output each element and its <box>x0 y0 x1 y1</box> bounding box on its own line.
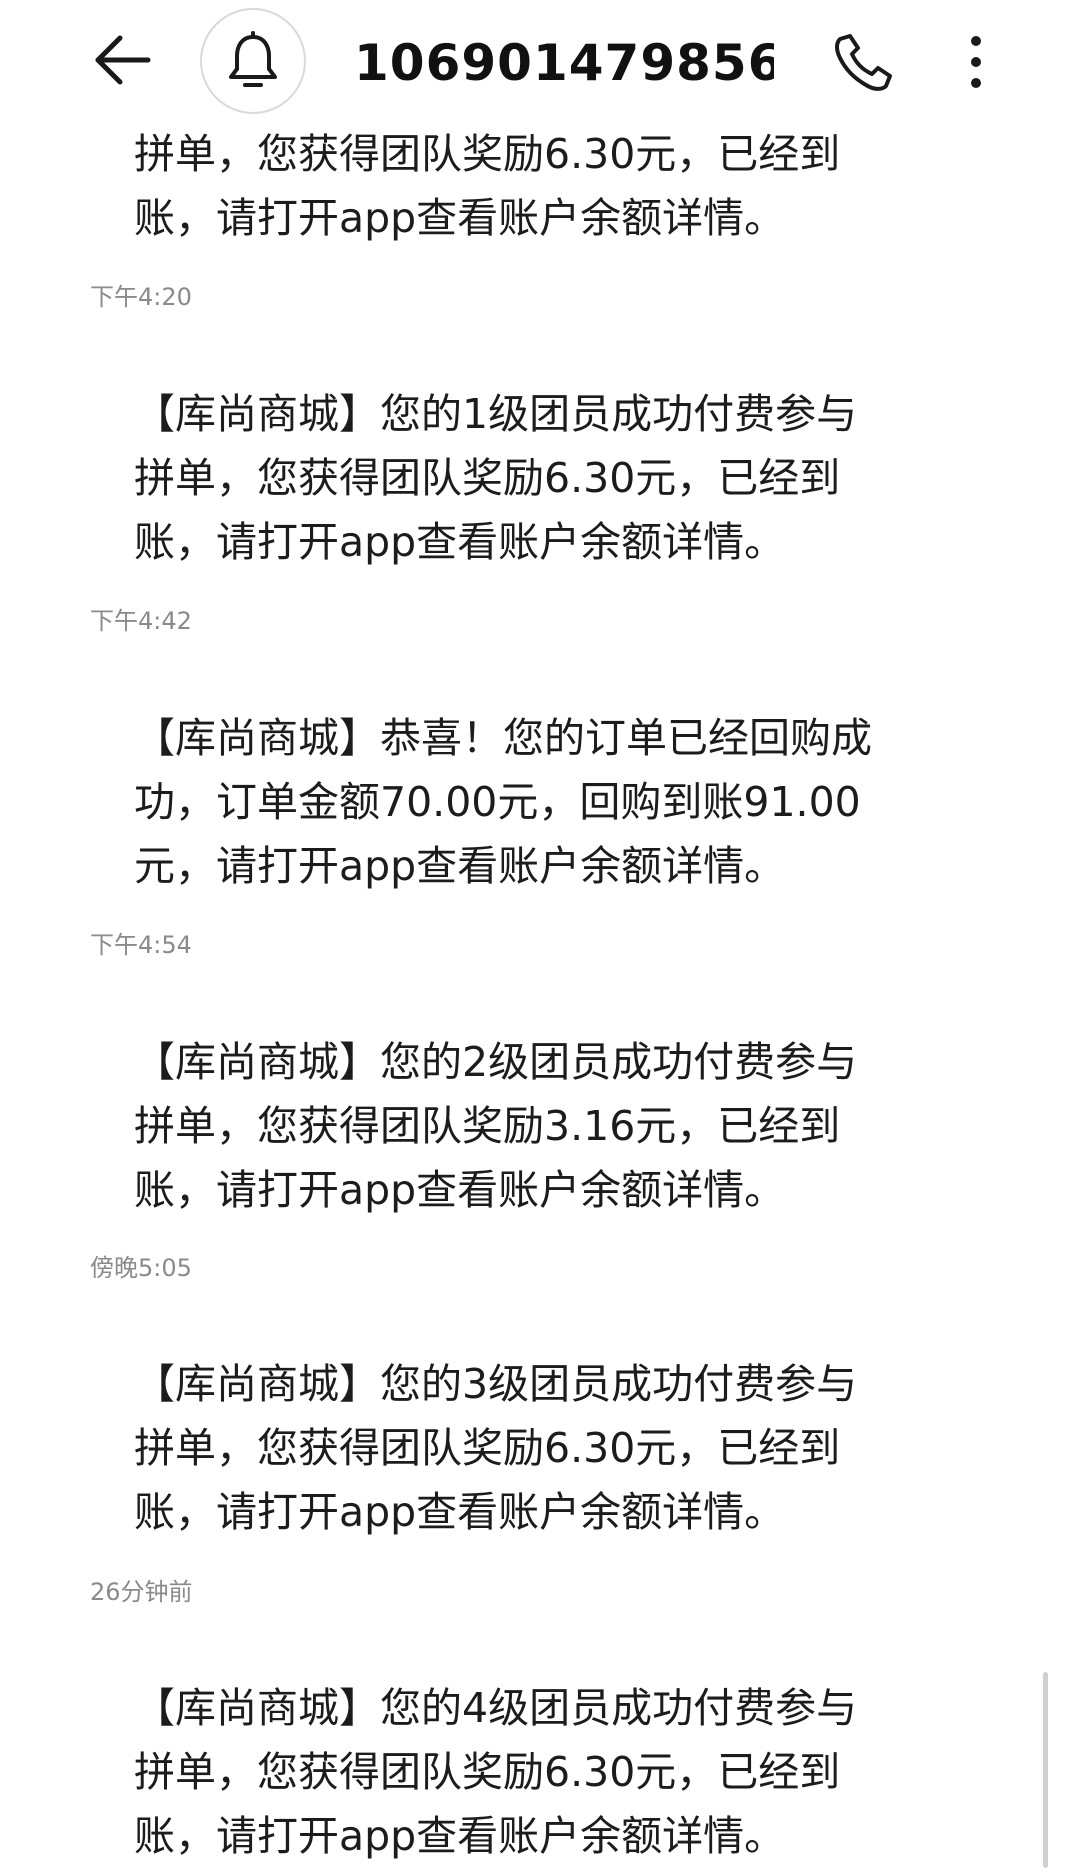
message-bubble[interactable]: 【库尚商城】您的2级团员成功付费参与 拼单，您获得团队奖励3.16元，已经到 账… <box>134 1030 954 1222</box>
message-timestamp: 26分钟前 <box>90 1578 193 1606</box>
message-line: 拼单，您获得团队奖励6.30元，已经到 <box>134 454 841 502</box>
message-line: 【库尚商城】您的4级团员成功付费参与 <box>134 1684 858 1732</box>
message-timestamp: 下午4:54 <box>90 931 192 959</box>
message-line: 账，请打开app查看账户余额详情。 <box>134 1812 786 1860</box>
message-line: 账，请打开app查看账户余额详情。 <box>134 1488 786 1536</box>
message-line: 账，请打开app查看账户余额详情。 <box>134 1166 786 1214</box>
message-bubble[interactable]: 【库尚商城】您的4级团员成功付费参与 拼单，您获得团队奖励6.30元，已经到 账… <box>134 1676 954 1868</box>
message-timestamp: 下午4:42 <box>90 607 192 635</box>
message-line: 拼单，您获得团队奖励6.30元，已经到 <box>134 1748 841 1796</box>
more-options-button[interactable] <box>952 24 1000 100</box>
top-app-bar: 106901479856... <box>0 0 1080 124</box>
message-timestamp: 傍晚5:05 <box>90 1254 192 1282</box>
back-button[interactable] <box>86 24 158 96</box>
notification-toggle-button[interactable] <box>200 8 306 114</box>
scrollbar[interactable] <box>1043 1672 1048 1868</box>
message-line: 【库尚商城】您的1级团员成功付费参与 <box>134 390 858 438</box>
message-line: 【库尚商城】您的2级团员成功付费参与 <box>134 1038 858 1086</box>
message-line: 账，请打开app查看账户余额详情。 <box>134 518 786 566</box>
message-timestamp: 下午4:20 <box>90 283 192 311</box>
message-bubble[interactable]: 【库尚商城】您的1级团员成功付费参与 拼单，您获得团队奖励6.30元，已经到 账… <box>134 382 954 574</box>
message-line: 拼单，您获得团队奖励3.16元，已经到 <box>134 1102 841 1150</box>
message-line: 【库尚商城】恭喜！您的订单已经回购成 <box>134 714 872 762</box>
message-line: 【库尚商城】您的3级团员成功付费参与 <box>134 1360 858 1408</box>
more-vertical-icon <box>971 36 981 88</box>
message-bubble[interactable]: 拼单，您获得团队奖励6.30元，已经到 账，请打开app查看账户余额详情。 <box>134 122 954 250</box>
message-line: 账，请打开app查看账户余额详情。 <box>134 194 786 242</box>
message-thread[interactable]: 拼单，您获得团队奖励6.30元，已经到 账，请打开app查看账户余额详情。 下午… <box>0 0 1080 1872</box>
arrow-left-icon <box>95 35 151 85</box>
message-line: 拼单，您获得团队奖励6.30元，已经到 <box>134 130 841 178</box>
message-line: 元，请打开app查看账户余额详情。 <box>134 842 786 890</box>
message-line: 功，订单金额70.00元，回购到账91.00 <box>134 778 861 826</box>
bell-icon <box>229 31 277 87</box>
phone-icon <box>835 34 892 91</box>
message-bubble[interactable]: 【库尚商城】恭喜！您的订单已经回购成 功，订单金额70.00元，回购到账91.0… <box>134 706 954 898</box>
message-line: 拼单，您获得团队奖励6.30元，已经到 <box>134 1424 841 1472</box>
contact-number[interactable]: 106901479856... <box>354 28 774 98</box>
call-button[interactable] <box>826 24 902 100</box>
message-bubble[interactable]: 【库尚商城】您的3级团员成功付费参与 拼单，您获得团队奖励6.30元，已经到 账… <box>134 1352 954 1544</box>
